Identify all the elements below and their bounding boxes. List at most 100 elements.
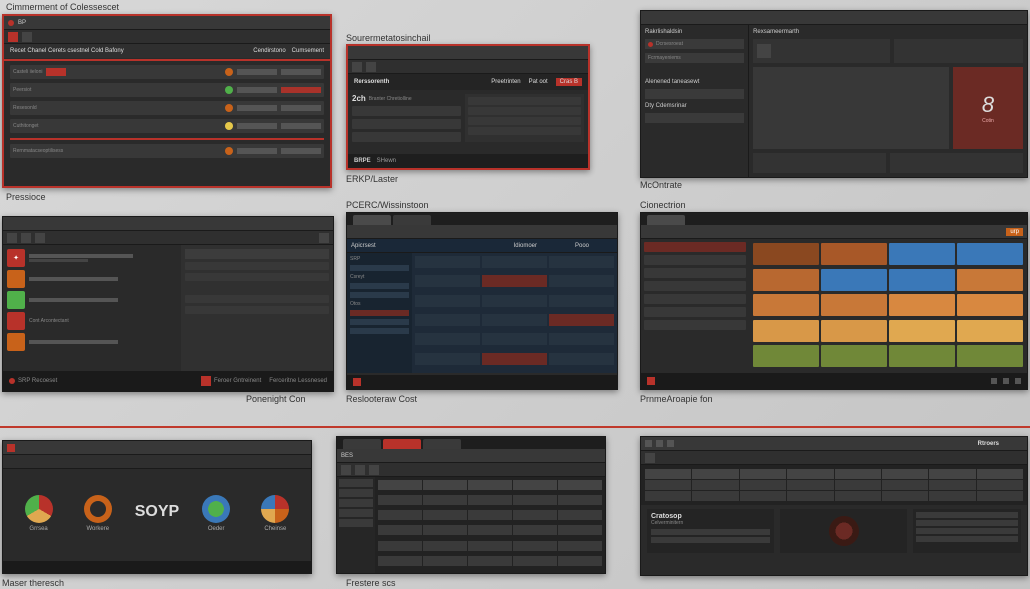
heatmap-cell[interactable] xyxy=(821,320,887,342)
col-header[interactable] xyxy=(423,480,467,490)
list-row[interactable] xyxy=(756,70,946,78)
col-header[interactable] xyxy=(692,469,738,479)
cell[interactable] xyxy=(835,480,881,490)
row-header[interactable] xyxy=(339,499,373,507)
sidebar-item[interactable]: Dcrsesroeat xyxy=(645,39,744,49)
cell[interactable] xyxy=(513,510,557,520)
cell[interactable] xyxy=(740,491,786,501)
side-item[interactable]: Otos xyxy=(350,301,409,307)
toolbar-button[interactable] xyxy=(35,233,45,243)
cell[interactable] xyxy=(645,491,691,501)
list-row[interactable]: Cuthitonget xyxy=(10,119,324,133)
col-header[interactable] xyxy=(882,469,928,479)
cell[interactable] xyxy=(468,556,512,566)
cell[interactable] xyxy=(645,480,691,490)
table-cell[interactable] xyxy=(415,353,480,365)
row-header[interactable] xyxy=(339,509,373,517)
sidebar-item[interactable] xyxy=(645,89,744,99)
col-header[interactable] xyxy=(468,480,512,490)
cell[interactable] xyxy=(835,491,881,501)
cell[interactable] xyxy=(378,510,422,520)
col-header[interactable] xyxy=(740,469,786,479)
cell[interactable] xyxy=(468,541,512,551)
col-header[interactable] xyxy=(378,480,422,490)
row-header[interactable] xyxy=(339,479,373,487)
col-header[interactable] xyxy=(513,480,557,490)
heatmap-cell[interactable] xyxy=(957,345,1023,367)
cell[interactable] xyxy=(423,556,467,566)
cell[interactable] xyxy=(423,495,467,505)
table-cell[interactable] xyxy=(415,333,480,345)
heatmap-cell[interactable] xyxy=(753,269,819,291)
list-row[interactable] xyxy=(756,80,946,88)
toolbar-button[interactable] xyxy=(22,32,32,42)
list-row[interactable]: Peersiot xyxy=(10,83,324,97)
heatmap-cell[interactable] xyxy=(821,269,887,291)
toolbar-icon[interactable] xyxy=(656,440,663,447)
heatmap-cell[interactable] xyxy=(753,320,819,342)
nav-item[interactable] xyxy=(644,268,746,278)
col-header[interactable]: Apicrsest xyxy=(351,243,376,249)
table-cell[interactable] xyxy=(482,314,547,326)
col-header[interactable] xyxy=(835,469,881,479)
card[interactable] xyxy=(753,39,890,63)
media-row[interactable]: ✦ xyxy=(7,249,177,267)
table-cell[interactable] xyxy=(482,295,547,307)
heatmap-cell[interactable] xyxy=(889,345,955,367)
toolbar-icon[interactable] xyxy=(667,440,674,447)
toolbar-button[interactable] xyxy=(366,62,376,72)
side-item[interactable]: Csreyt xyxy=(350,274,409,280)
btn-label[interactable]: Preetrinten xyxy=(491,79,520,85)
toolbar-button[interactable] xyxy=(21,233,31,243)
table-cell[interactable] xyxy=(415,314,480,326)
cell[interactable] xyxy=(692,480,738,490)
toolbar-button[interactable] xyxy=(319,233,329,243)
table-cell[interactable] xyxy=(482,256,547,268)
heatmap-cell[interactable] xyxy=(821,243,887,265)
cell[interactable] xyxy=(882,480,928,490)
nav-item[interactable] xyxy=(644,294,746,304)
cell[interactable] xyxy=(378,541,422,551)
cell[interactable] xyxy=(423,510,467,520)
tab[interactable] xyxy=(393,215,431,225)
cell[interactable] xyxy=(423,541,467,551)
bb-item[interactable]: Ferceritne Lessnesed xyxy=(269,378,327,384)
tab[interactable] xyxy=(423,439,461,449)
heatmap-cell[interactable] xyxy=(957,243,1023,265)
cell[interactable] xyxy=(513,556,557,566)
col-header[interactable] xyxy=(929,469,975,479)
table-cell-alert[interactable] xyxy=(482,353,547,365)
cell[interactable] xyxy=(513,525,557,535)
col-header[interactable] xyxy=(558,480,602,490)
launcher-tile[interactable]: Cheinse xyxy=(250,495,300,532)
table-cell[interactable] xyxy=(549,295,614,307)
cell[interactable] xyxy=(558,541,602,551)
cell[interactable] xyxy=(468,495,512,505)
tab[interactable] xyxy=(343,439,381,449)
toolbar-icon[interactable] xyxy=(645,440,652,447)
list-row[interactable]: Rernmatacseoptilisess xyxy=(10,144,324,158)
table-cell[interactable] xyxy=(415,275,480,287)
tab-active[interactable] xyxy=(383,439,421,449)
media-row[interactable]: Cont Arcontectant xyxy=(7,312,177,330)
list-row[interactable] xyxy=(756,100,946,108)
col-header[interactable] xyxy=(645,469,691,479)
cell[interactable] xyxy=(378,556,422,566)
cell[interactable] xyxy=(378,525,422,535)
cell[interactable] xyxy=(468,510,512,520)
cell[interactable] xyxy=(929,480,975,490)
heatmap-cell[interactable] xyxy=(889,294,955,316)
heatmap-cell[interactable] xyxy=(957,320,1023,342)
toolbar-button[interactable] xyxy=(355,465,365,475)
launcher-tile[interactable]: Oeder xyxy=(191,495,241,532)
nav-item[interactable] xyxy=(644,255,746,265)
toolbar-button[interactable] xyxy=(8,32,18,42)
cell[interactable] xyxy=(977,491,1023,501)
table-cell[interactable] xyxy=(415,295,480,307)
cell[interactable] xyxy=(423,525,467,535)
list-row[interactable] xyxy=(756,90,946,98)
launcher-tile[interactable]: Grrsea xyxy=(14,495,64,532)
cell[interactable] xyxy=(558,525,602,535)
list-row[interactable]: Casteli iieloni xyxy=(10,65,324,79)
heatmap-cell[interactable] xyxy=(753,243,819,265)
